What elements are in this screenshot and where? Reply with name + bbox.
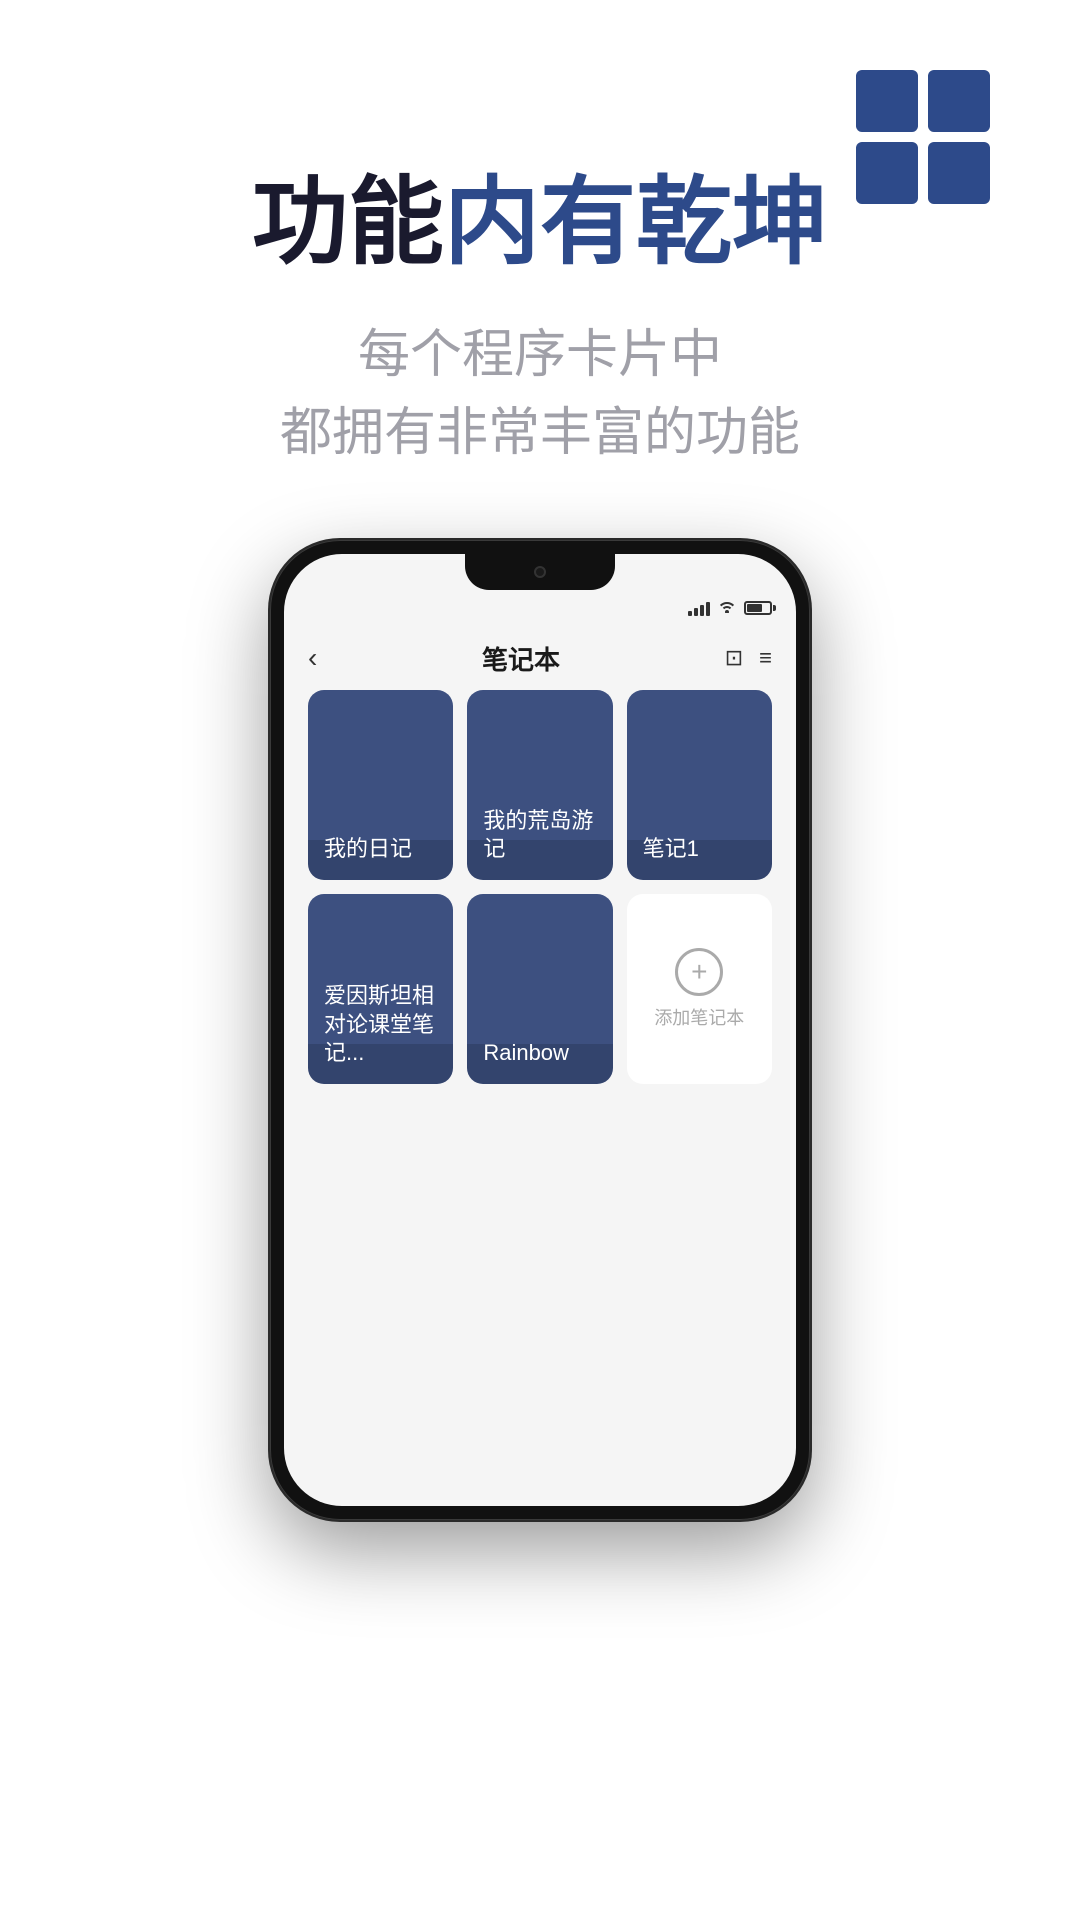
battery-fill [747, 604, 762, 612]
status-icons [688, 599, 772, 618]
menu-icon[interactable]: ≡ [759, 645, 772, 671]
notebook-label-2: 我的荒岛游记 [483, 807, 596, 864]
add-notebook-label: 添加笔记本 [654, 1004, 744, 1030]
icon-square-1 [856, 70, 918, 132]
notebook-card-2[interactable]: 我的荒岛游记 [467, 690, 612, 880]
bar1 [688, 611, 692, 616]
bar3 [700, 605, 704, 616]
hero-subtitle-line1: 每个程序卡片中 [0, 316, 1080, 394]
app-title: 笔记本 [482, 640, 560, 677]
notebook-card-4[interactable]: 爱因斯坦相对论课堂笔记... [308, 894, 453, 1084]
notebook-label-5: Rainbow [483, 1039, 569, 1068]
notebook-card-3[interactable]: 笔记1 [627, 690, 772, 880]
icon-square-2 [928, 70, 990, 132]
phone-screen: ‹ 笔记本 ⊡ ≡ 我的日记 我的荒岛游记 笔记1 [284, 554, 796, 1506]
wifi-icon [718, 599, 736, 618]
signal-bars-icon [688, 600, 710, 616]
notebook-card-5[interactable]: Rainbow [467, 894, 612, 1084]
phone-mockup: ‹ 笔记本 ⊡ ≡ 我的日记 我的荒岛游记 笔记1 [270, 540, 810, 1520]
hero-subtitle-line2: 都拥有非常丰富的功能 [0, 394, 1080, 472]
app-header: ‹ 笔记本 ⊡ ≡ [284, 626, 796, 690]
back-button[interactable]: ‹ [308, 642, 317, 674]
bar4 [706, 602, 710, 616]
phone-outer: ‹ 笔记本 ⊡ ≡ 我的日记 我的荒岛游记 笔记1 [270, 540, 810, 1520]
hero-title: 功能内有乾坤 [0, 170, 1080, 276]
phone-notch [465, 554, 615, 590]
bar2 [694, 608, 698, 616]
notebook-label-4: 爱因斯坦相对论课堂笔记... [324, 982, 437, 1068]
notebook-card-1[interactable]: 我的日记 [308, 690, 453, 880]
notebook-label-1: 我的日记 [324, 835, 412, 864]
hero-section: 功能内有乾坤 每个程序卡片中 都拥有非常丰富的功能 [0, 170, 1080, 472]
add-notebook-icon: + [675, 948, 723, 996]
hero-title-black: 功能 [252, 169, 444, 276]
notebook-label-3: 笔记1 [643, 835, 699, 864]
hero-subtitle: 每个程序卡片中 都拥有非常丰富的功能 [0, 316, 1080, 472]
notebook-grid: 我的日记 我的荒岛游记 笔记1 爱因斯坦相对论课堂笔记... Rainbow [298, 690, 782, 1084]
status-bar [284, 590, 796, 626]
battery-icon [744, 601, 772, 615]
hero-title-blue: 内有乾坤 [444, 169, 828, 276]
header-icons: ⊡ ≡ [725, 645, 772, 671]
add-notebook-card[interactable]: + 添加笔记本 [627, 894, 772, 1084]
layout-icon[interactable]: ⊡ [725, 645, 743, 671]
camera-dot [534, 566, 546, 578]
